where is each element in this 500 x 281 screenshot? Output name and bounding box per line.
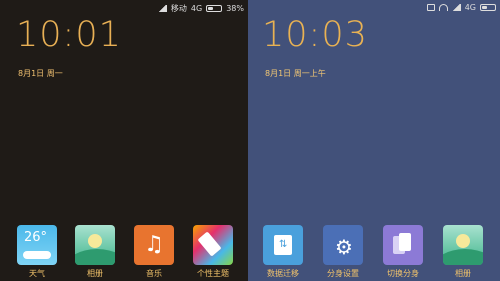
app-switch-dual[interactable]: 切换分身	[382, 225, 424, 279]
clock-date: 8月1日 周一上午	[265, 69, 326, 78]
app-dual-settings[interactable]: ⚙ 分身设置	[322, 225, 364, 279]
comparison-screens: 移动 4G 38% 10:01 8月1日 周一 26° 天气 相册 ♫ 音乐 个…	[0, 0, 500, 281]
app-dock: ⇅ 数据迁移 ⚙ 分身设置 切换分身 相册	[248, 225, 500, 281]
battery-level: 38%	[226, 4, 244, 13]
clock-time[interactable]: 10:01	[16, 18, 122, 53]
signal-bars-icon	[157, 5, 167, 12]
app-weather[interactable]: 26° 天气	[16, 225, 58, 279]
app-label: 切换分身	[387, 269, 419, 278]
app-themes[interactable]: 个性主题	[192, 225, 234, 279]
clock-date: 8月1日 周一	[18, 69, 63, 78]
status-bar: 4G	[426, 3, 496, 12]
app-label: 分身设置	[327, 269, 359, 278]
status-bar: 移动 4G 38%	[157, 3, 244, 14]
gallery-icon[interactable]	[443, 225, 483, 265]
app-label: 数据迁移	[267, 269, 299, 278]
app-dock: 26° 天气 相册 ♫ 音乐 个性主题	[0, 225, 248, 281]
weather-icon[interactable]: 26°	[17, 225, 57, 265]
data-migrate-icon[interactable]: ⇅	[263, 225, 303, 265]
cloud-icon	[23, 251, 51, 259]
home-screen-left: 移动 4G 38% 10:01 8月1日 周一 26° 天气 相册 ♫ 音乐 个…	[0, 0, 248, 281]
signal-bars-icon	[451, 4, 461, 11]
battery-icon	[480, 4, 496, 11]
app-label: 音乐	[146, 269, 162, 278]
app-label: 个性主题	[197, 269, 229, 278]
gallery-icon[interactable]	[75, 225, 115, 265]
carrier-label: 移动	[170, 4, 187, 13]
app-gallery[interactable]: 相册	[442, 225, 484, 279]
dual-app-icon	[426, 4, 435, 11]
clock-time[interactable]: 10:03	[262, 18, 368, 53]
app-label: 相册	[455, 269, 471, 278]
app-data-migrate[interactable]: ⇅ 数据迁移	[262, 225, 304, 279]
weather-temperature: 26°	[24, 230, 48, 245]
app-label: 相册	[87, 269, 103, 278]
home-screen-right: 4G 10:03 8月1日 周一上午 ⇅ 数据迁移 ⚙ 分身设置 切换分身 相册	[248, 0, 500, 281]
switch-dual-icon[interactable]	[383, 225, 423, 265]
app-music[interactable]: ♫ 音乐	[133, 225, 175, 279]
theme-brush-icon[interactable]	[193, 225, 233, 265]
network-label: 4G	[464, 3, 476, 12]
network-label: 4G	[190, 4, 203, 13]
wifi-icon	[438, 4, 448, 11]
app-gallery[interactable]: 相册	[74, 225, 116, 279]
battery-icon	[206, 5, 223, 12]
gear-icon[interactable]: ⚙	[323, 225, 363, 265]
music-icon[interactable]: ♫	[134, 225, 174, 265]
app-label: 天气	[29, 269, 45, 278]
